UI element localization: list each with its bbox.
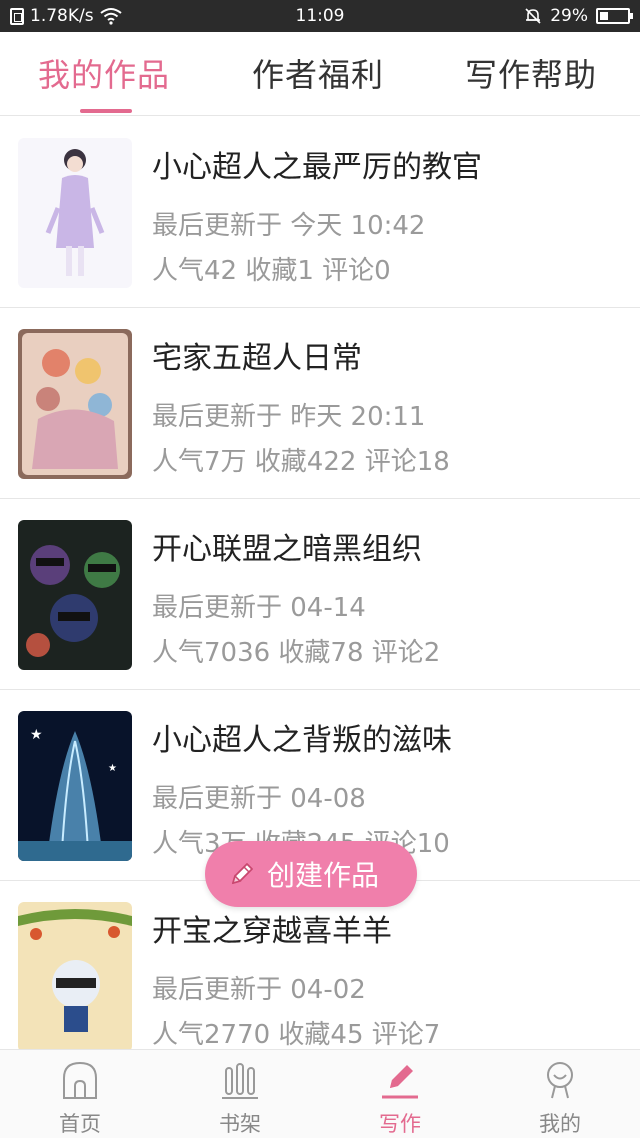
bookshelf-icon <box>222 1063 258 1099</box>
work-item[interactable]: 宅家五超人日常 最后更新于 昨天 20:11 人气7万 收藏422 评论18 <box>0 308 640 499</box>
top-tabs: 我的作品 作者福利 写作帮助 <box>0 32 640 116</box>
nav-bookshelf-label: 书架 <box>219 1112 261 1136</box>
nav-home[interactable]: 首页 <box>0 1050 160 1138</box>
bell-muted-icon <box>525 8 541 24</box>
work-cover <box>18 520 132 670</box>
work-stats: 人气7036 收藏78 评论2 <box>152 638 441 668</box>
work-updated-time: 最后更新于 04-02 <box>152 975 366 1005</box>
works-list: 小心超人之最严厉的教官 最后更新于 今天 10:42 人气42 收藏1 评论0 … <box>0 117 640 1072</box>
battery-icon <box>596 8 633 24</box>
work-item[interactable]: 开宝之穿越喜羊羊 最后更新于 04-02 人气2770 收藏45 评论7 <box>0 881 640 1072</box>
nav-home-label: 首页 <box>59 1112 101 1136</box>
work-cover: ★ ★ <box>18 711 132 861</box>
create-work-label: 创建作品 <box>267 859 380 892</box>
work-item[interactable]: 开心联盟之暗黑组织 最后更新于 04-14 人气7036 收藏78 评论2 <box>0 499 640 690</box>
tab-my-works[interactable]: 我的作品 <box>38 50 170 96</box>
nav-profile-label: 我的 <box>539 1112 581 1136</box>
status-bar: 1.78K/s 11:09 29% <box>0 0 640 32</box>
work-stats: 人气7万 收藏422 评论18 <box>152 447 450 477</box>
active-tab-indicator <box>80 109 132 113</box>
bottom-nav: 首页 书架 写作 我的 <box>0 1049 640 1138</box>
work-stats: 人气2770 收藏45 评论7 <box>152 1020 441 1050</box>
work-stats: 人气42 收藏1 评论0 <box>152 256 391 286</box>
work-cover <box>18 902 132 1052</box>
svg-text:★: ★ <box>108 763 117 774</box>
create-work-button[interactable]: 创建作品 <box>205 841 417 907</box>
nav-write-label: 写作 <box>379 1112 421 1136</box>
work-title: 小心超人之背叛的滋味 <box>152 723 452 758</box>
tab-writing-help[interactable]: 写作帮助 <box>465 50 597 96</box>
work-updated-time: 最后更新于 今天 10:42 <box>152 211 426 241</box>
status-right: 29% <box>524 6 633 26</box>
work-title: 小心超人之最严厉的教官 <box>152 150 482 185</box>
work-item[interactable]: 小心超人之最严厉的教官 最后更新于 今天 10:42 人气42 收藏1 评论0 <box>0 117 640 308</box>
battery-percent: 29% <box>550 6 588 26</box>
work-title: 开心联盟之暗黑组织 <box>152 532 422 567</box>
home-icon <box>63 1061 97 1099</box>
work-title: 宅家五超人日常 <box>152 341 362 376</box>
nav-write[interactable]: 写作 <box>320 1050 480 1138</box>
pencil-icon <box>382 1065 418 1099</box>
pencil-icon <box>231 863 253 885</box>
work-updated-time: 最后更新于 04-14 <box>152 593 366 623</box>
nav-bookshelf[interactable]: 书架 <box>160 1050 320 1138</box>
work-cover <box>18 329 132 479</box>
work-updated-time: 最后更新于 昨天 20:11 <box>152 402 426 432</box>
svg-text:★: ★ <box>30 727 43 743</box>
tab-author-benefits[interactable]: 作者福利 <box>252 50 384 96</box>
work-title: 开宝之穿越喜羊羊 <box>152 914 392 949</box>
work-cover <box>18 138 132 288</box>
work-updated-time: 最后更新于 04-08 <box>152 784 366 814</box>
nav-profile[interactable]: 我的 <box>480 1050 640 1138</box>
profile-icon <box>547 1062 573 1099</box>
